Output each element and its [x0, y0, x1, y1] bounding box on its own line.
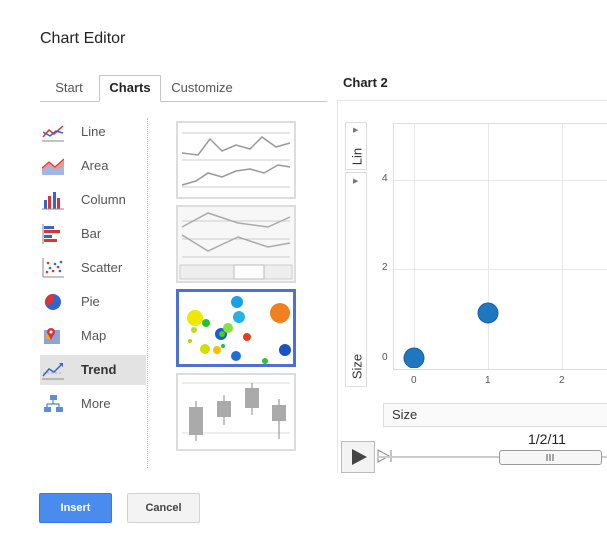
insert-button[interactable]: Insert: [39, 493, 112, 523]
cancel-button[interactable]: Cancel: [127, 493, 200, 523]
column-chart-icon: [42, 192, 64, 210]
list-divider: [147, 118, 148, 468]
chart-type-trend[interactable]: Trend: [40, 355, 146, 385]
grip-icon: [546, 454, 554, 461]
line-chart-icon: [42, 125, 64, 142]
chart-type-bar[interactable]: Bar: [40, 219, 146, 249]
play-button[interactable]: [341, 441, 375, 473]
chart-type-label: Area: [81, 158, 109, 173]
data-bubble[interactable]: [403, 347, 425, 368]
chart-type-map[interactable]: Map: [40, 321, 146, 351]
chart-type-label: Column: [81, 192, 126, 207]
editor-tabs: Start Charts Customize: [40, 75, 327, 102]
size-dropdown[interactable]: Size: [383, 403, 607, 427]
current-date-label: 1/2/11: [528, 431, 566, 447]
bubble-thumbnail-graphic: [187, 296, 291, 364]
chart-type-label: Trend: [81, 362, 117, 377]
chart-type-area[interactable]: Area: [40, 151, 146, 181]
thumbnail-candlestick[interactable]: [176, 373, 296, 451]
area-chart-icon: [42, 158, 64, 175]
x-tick-label: 1: [485, 375, 491, 386]
chart-type-label: More: [81, 396, 111, 411]
triangle-right-icon: ▶: [353, 127, 359, 134]
y-tick-label: 0: [382, 352, 388, 363]
y-tick-label: 2: [382, 262, 388, 273]
size-dropdown-value: Size: [392, 407, 418, 422]
line-thumbnail-graphic: [181, 132, 291, 188]
size-axis-control[interactable]: ▶ Size: [345, 172, 367, 387]
chart-type-pie[interactable]: Pie: [40, 287, 146, 317]
dialog-title: Chart Editor: [40, 30, 126, 47]
timeline-thumbnail-graphic: [178, 207, 294, 281]
x-tick-label: 2: [559, 375, 565, 386]
y-tick-label: 4: [382, 173, 388, 184]
chart-type-label: Scatter: [81, 260, 123, 275]
x-tick-label: 0: [411, 375, 417, 386]
chart-type-label: Map: [81, 328, 107, 343]
data-bubble[interactable]: [477, 302, 499, 324]
thumbnail-annotated-timeline[interactable]: [176, 205, 296, 283]
chart-type-label: Bar: [81, 226, 102, 241]
chart-type-scatter[interactable]: Scatter: [40, 253, 146, 283]
map-chart-icon: [44, 328, 60, 344]
triangle-right-icon: ▶: [353, 178, 359, 185]
thumbnail-motion-bubble[interactable]: [176, 289, 296, 367]
preview-title: Chart 2: [343, 75, 388, 90]
scatter-chart-icon: [42, 258, 64, 278]
tab-start[interactable]: Start: [40, 76, 98, 100]
y-axis-scale-label: Lin: [349, 147, 365, 166]
bar-chart-icon: [42, 224, 60, 244]
chart-type-line[interactable]: Line: [40, 117, 146, 147]
more-charts-icon: [44, 395, 63, 412]
y-axis-scale-control[interactable]: ▶ Lin: [345, 122, 367, 170]
pie-chart-icon: [44, 293, 61, 310]
tab-customize[interactable]: Customize: [162, 76, 242, 100]
chart-type-more[interactable]: More: [40, 389, 146, 419]
tab-charts[interactable]: Charts: [99, 75, 161, 102]
chart-type-column[interactable]: Column: [40, 185, 146, 215]
bubbles-layer: [403, 302, 499, 368]
candlestick-thumbnail-graphic: [182, 382, 290, 441]
thumbnail-line-trend[interactable]: [176, 121, 296, 199]
size-axis-label: Size: [349, 353, 365, 380]
chart-type-label: Pie: [81, 294, 100, 309]
chart-type-label: Line: [81, 124, 106, 139]
play-icon: [352, 449, 367, 465]
timeline-slider-handle[interactable]: [499, 450, 602, 465]
trend-chart-icon: [42, 363, 64, 380]
